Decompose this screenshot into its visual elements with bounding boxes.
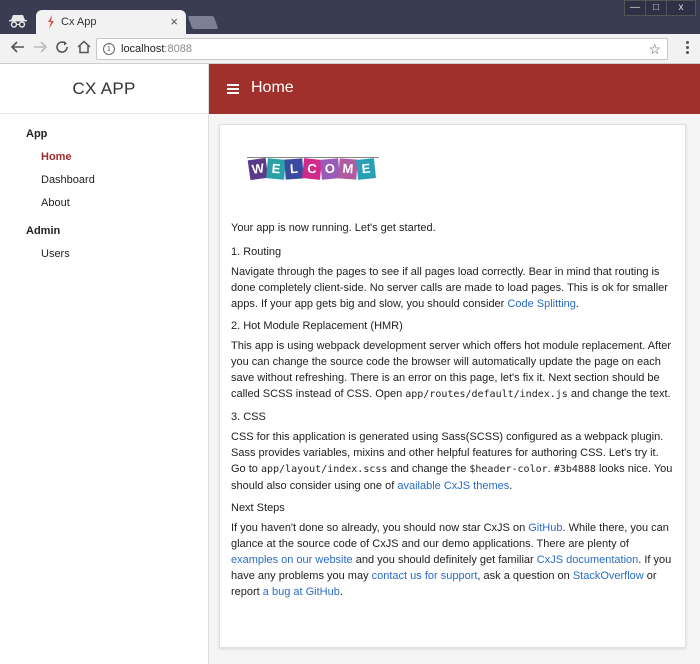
routing-text: Navigate through the pages to see if all… — [231, 266, 668, 310]
sidebar: CX APP App Home Dashboard About Admin Us… — [0, 64, 209, 664]
banner-string — [247, 157, 379, 158]
tab-title: Cx App — [61, 16, 97, 28]
welcome-letter: C — [302, 158, 322, 180]
hamburger-icon[interactable] — [227, 84, 239, 94]
star-icon[interactable]: ☆ — [648, 41, 661, 58]
page-title: Home — [251, 79, 294, 96]
forward-icon[interactable] — [32, 40, 48, 56]
welcome-letter: L — [284, 158, 304, 180]
header-bar: Home — [209, 64, 700, 114]
welcome-letter: O — [320, 158, 340, 180]
info-icon[interactable]: i — [103, 43, 115, 55]
browser-toolbar: i localhost:8088 ☆ — [0, 34, 700, 64]
contact-support-link[interactable]: contact us for support — [372, 570, 478, 582]
nav-group-title-app: App — [26, 128, 48, 140]
css-title: 3. CSS — [231, 411, 266, 423]
minimize-button[interactable]: — — [624, 0, 646, 16]
maximize-button[interactable]: □ — [645, 0, 667, 16]
tab-cx-app[interactable]: Cx App × — [36, 10, 186, 35]
home-icon[interactable] — [76, 40, 92, 56]
back-icon[interactable] — [10, 40, 26, 56]
content-card: W E L C O M E Your app is now running. L… — [219, 124, 686, 648]
documentation-link[interactable]: CxJS documentation — [537, 554, 639, 566]
hmr-text: This app is using webpack development se… — [231, 340, 672, 400]
nav-group-title-admin: Admin — [26, 225, 61, 237]
incognito-icon — [9, 15, 27, 28]
nav-group-admin: Admin Users — [0, 225, 208, 266]
github-link[interactable]: GitHub — [528, 522, 562, 534]
css-text: CSS for this application is generated us… — [231, 431, 673, 492]
code-splitting-link[interactable]: Code Splitting — [507, 298, 576, 310]
address-bar[interactable]: i localhost:8088 ☆ — [96, 38, 668, 60]
cxjs-themes-link[interactable]: available CxJS themes — [397, 480, 509, 492]
bug-report-link[interactable]: a bug at GitHub — [263, 586, 340, 598]
intro-text: Your app is now running. Let's get start… — [231, 222, 436, 234]
favicon-icon — [48, 15, 54, 29]
browser-titlebar: Cx App × — □ x — [0, 0, 700, 35]
welcome-banner: W E L C O M E — [231, 145, 674, 217]
close-window-button[interactable]: x — [666, 0, 696, 16]
sidebar-item-users[interactable]: Users — [0, 243, 208, 266]
next-steps-title: Next Steps — [231, 502, 285, 514]
welcome-letter: E — [356, 158, 376, 180]
reload-icon[interactable] — [54, 40, 70, 56]
sidebar-item-about[interactable]: About — [0, 192, 208, 215]
welcome-letter: E — [266, 158, 286, 180]
next-steps-text: If you haven't done so already, you shou… — [231, 522, 672, 598]
hmr-title: 2. Hot Module Replacement (HMR) — [231, 320, 403, 332]
new-tab-button[interactable] — [187, 16, 219, 29]
brand: CX APP — [0, 64, 208, 114]
url-text: localhost:8088 — [121, 43, 192, 55]
menu-icon[interactable] — [686, 41, 690, 57]
sidebar-item-dashboard[interactable]: Dashboard — [0, 169, 208, 192]
routing-title: 1. Routing — [231, 246, 282, 258]
welcome-letter: M — [338, 158, 358, 180]
sidebar-item-home[interactable]: Home — [0, 146, 208, 169]
stackoverflow-link[interactable]: StackOverflow — [573, 570, 644, 582]
nav-group-app: App Home Dashboard About — [0, 128, 208, 215]
close-tab-icon[interactable]: × — [170, 14, 178, 29]
examples-link[interactable]: examples on our website — [231, 554, 353, 566]
app: CX APP App Home Dashboard About Admin Us… — [0, 64, 700, 664]
